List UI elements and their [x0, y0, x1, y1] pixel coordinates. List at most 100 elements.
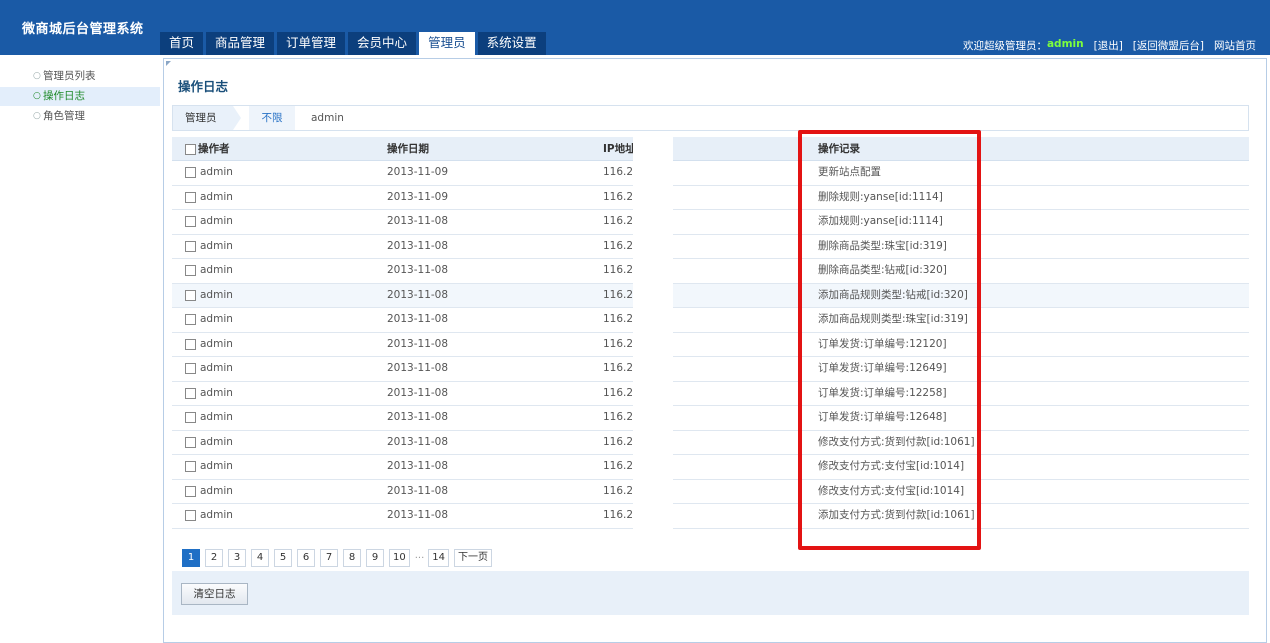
operator-cell: admin [200, 337, 233, 350]
table-row: admin 2013-11-08 116.226 添加商品规则类型:钻戒[id:320… [172, 283, 1249, 308]
sidebar-item-role-management[interactable]: ○ 角色管理 [0, 107, 160, 126]
operator-cell: admin [200, 460, 233, 472]
row-checkbox[interactable] [185, 485, 196, 497]
admin-filter-bar: 管理员 不限 admin [172, 105, 1249, 131]
page-link-last[interactable]: 14 [428, 549, 450, 567]
page-link[interactable]: 6 [297, 549, 315, 567]
logout-link[interactable]: [退出] [1094, 38, 1123, 53]
select-all-checkbox[interactable] [185, 144, 196, 155]
row-checkbox[interactable] [185, 363, 196, 374]
welcome-text: 欢迎超级管理员： [962, 40, 1047, 52]
operator-cell: admin [200, 362, 233, 374]
user-bar: 欢迎超级管理员： admin [退出] [返回微盟后台] 网站首页 [963, 38, 1256, 53]
table-row: admin 2013-11-08 116.226 删除商品类型:珠宝[id:319] [172, 235, 1249, 259]
table-row: admin 2013-11-08 116.226 添加支付方式:货到付款[id:106… [172, 504, 1249, 529]
page-link[interactable]: 8 [343, 549, 361, 567]
row-checkbox[interactable] [185, 167, 196, 178]
main-nav: 首页 商品管理 订单管理 会员中心 管理员 系统设置 [160, 32, 549, 55]
row-checkbox[interactable] [185, 461, 196, 472]
operator-cell: admin [200, 190, 233, 203]
bullet-icon: ○ [33, 71, 41, 81]
sidebar-item-label: 管理员列表 [43, 70, 96, 82]
date-cell: 2013-11-08 [387, 264, 449, 276]
back-weimeng-link[interactable]: [返回微盟后台] [1133, 38, 1204, 53]
filter-label: 管理员 [173, 106, 233, 130]
tab-orders[interactable]: 订单管理 [277, 32, 346, 55]
tab-members[interactable]: 会员中心 [348, 32, 417, 55]
row-checkbox[interactable] [185, 191, 196, 203]
operator-cell: admin [200, 264, 233, 276]
table-row: admin 2013-11-08 116.226 修改支付方式:支付宝[id:1014… [172, 480, 1249, 504]
corner-marker-icon [166, 61, 171, 66]
page-link[interactable]: 2 [205, 549, 223, 567]
row-checkbox[interactable] [185, 289, 196, 301]
table-row: admin 2013-11-08 116.226 删除商品类型:钻戒[id:320] [172, 259, 1249, 284]
filter-arrow-icon [233, 106, 241, 130]
operator-cell: admin [200, 166, 233, 178]
current-user-name: admin [1046, 38, 1084, 50]
page-link[interactable]: 7 [320, 549, 338, 567]
action-bar: 清空日志 [172, 571, 1249, 615]
sidebar-item-admin-list[interactable]: ○ 管理员列表 [0, 67, 160, 86]
date-cell: 2013-11-09 [387, 166, 449, 178]
operator-cell: admin [200, 509, 233, 521]
operator-cell: admin [200, 411, 233, 423]
row-checkbox[interactable] [185, 240, 196, 252]
pagination: 1 2 3 4 5 6 7 8 9 10 ··· 14 下一页 [182, 549, 497, 567]
header-date: 操作日期 [387, 143, 429, 155]
tab-products[interactable]: 商品管理 [206, 32, 275, 55]
page-link[interactable]: 9 [366, 549, 384, 567]
page-link[interactable]: 5 [274, 549, 292, 567]
row-checkbox[interactable] [185, 216, 196, 227]
operator-cell: admin [200, 215, 233, 227]
operator-cell: admin [200, 313, 233, 325]
sidebar: ○ 管理员列表 ○ 操作日志 ○ 角色管理 [0, 55, 160, 643]
operator-cell: admin [200, 288, 233, 301]
redacted-ip-area [633, 137, 673, 529]
tab-admin[interactable]: 管理员 [419, 32, 475, 55]
clear-log-button[interactable]: 清空日志 [181, 583, 248, 605]
page-link[interactable]: 10 [389, 549, 410, 567]
row-checkbox[interactable] [185, 436, 196, 448]
table-row: admin 2013-11-08 116.226 添加商品规则类型:珠宝[id:319… [172, 308, 1249, 333]
filter-option-all[interactable]: 不限 [249, 106, 295, 130]
row-checkbox[interactable] [185, 412, 196, 423]
date-cell: 2013-11-08 [387, 411, 449, 423]
page-link[interactable]: 3 [228, 549, 246, 567]
table-row: admin 2013-11-08 116.226 修改支付方式:支付宝[id:1014… [172, 455, 1249, 480]
filter-option-admin[interactable]: admin [311, 106, 344, 130]
table-row: admin 2013-11-08 116.226 订单发货:订单编号:12258] [172, 382, 1249, 406]
row-checkbox[interactable] [185, 338, 196, 350]
sidebar-item-operation-log[interactable]: ○ 操作日志 [0, 87, 160, 106]
tab-home[interactable]: 首页 [160, 32, 204, 55]
page-link[interactable]: 4 [251, 549, 269, 567]
tab-settings[interactable]: 系统设置 [477, 32, 546, 55]
next-page-button[interactable]: 下一页 [454, 549, 493, 567]
row-checkbox[interactable] [185, 314, 196, 325]
date-cell: 2013-11-08 [387, 239, 449, 252]
operator-cell: admin [200, 239, 233, 252]
row-checkbox[interactable] [185, 265, 196, 276]
table-row: admin 2013-11-08 116.226 订单发货:订单编号:12120] [172, 333, 1249, 357]
row-checkbox[interactable] [185, 387, 196, 399]
table-row: admin 2013-11-09 116.226 删除规则:yanse[id:1114… [172, 186, 1249, 210]
operator-cell: admin [200, 386, 233, 399]
date-cell: 2013-11-08 [387, 386, 449, 399]
date-cell: 2013-11-08 [387, 435, 449, 448]
date-cell: 2013-11-08 [387, 484, 449, 497]
page-title: 操作日志 [178, 79, 229, 94]
table-row: admin 2013-11-09 116.226 更新站点配置 [172, 161, 1249, 186]
table-row: admin 2013-11-08 116.226 添加规则:yanse[id:1114… [172, 210, 1249, 235]
bullet-icon: ○ [33, 91, 41, 101]
table-body: admin 2013-11-09 116.226 更新站点配置 admin 2013-11… [172, 161, 1249, 529]
site-home-link[interactable]: 网站首页 [1214, 38, 1256, 53]
content-panel: 操作日志 管理员 不限 admin 操作者 操作日期 IP地址 操作记录 adm… [163, 58, 1267, 643]
highlight-box [798, 130, 981, 550]
page-link[interactable]: 1 [182, 549, 200, 567]
date-cell: 2013-11-08 [387, 362, 449, 374]
date-cell: 2013-11-08 [387, 509, 449, 521]
operator-cell: admin [200, 435, 233, 448]
header-ip: IP地址 [603, 143, 636, 155]
operator-cell: admin [200, 484, 233, 497]
row-checkbox[interactable] [185, 510, 196, 521]
